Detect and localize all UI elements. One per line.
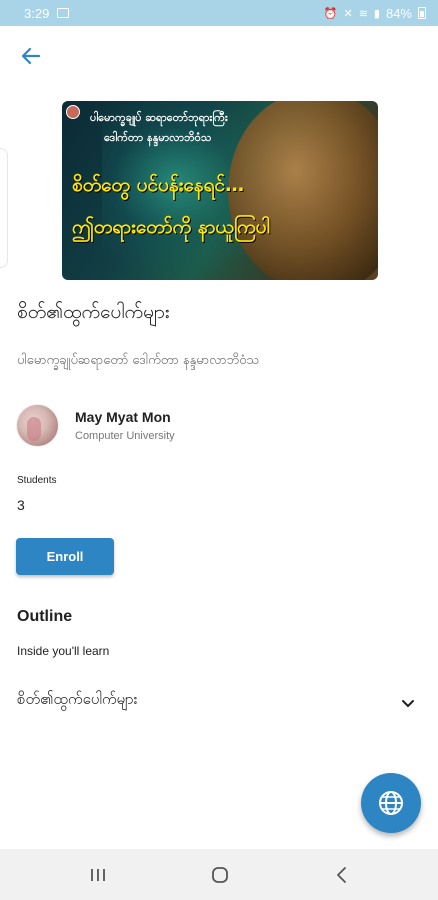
outline-heading: Outline bbox=[17, 608, 73, 625]
students-count: 3 bbox=[17, 497, 25, 513]
status-bar: 3:29 ⏰ ✕ ≋ ▮ 84% bbox=[0, 0, 438, 26]
signal-icon: ▮ bbox=[373, 7, 380, 20]
banner-headline-2: ဤတရားတော်ကို နာယူကြပါ bbox=[72, 216, 270, 238]
status-time: 3:29 bbox=[24, 5, 50, 21]
language-fab-button[interactable] bbox=[361, 773, 421, 833]
instructor-organization: Computer University bbox=[75, 430, 175, 442]
outline-section-row[interactable]: စိတ်၏ထွက်ပေါက်များ bbox=[0, 682, 438, 726]
back-icon bbox=[337, 866, 346, 883]
side-panel-handle[interactable] bbox=[0, 148, 8, 268]
globe-icon bbox=[379, 791, 403, 815]
avatar bbox=[16, 404, 59, 447]
instructor-card[interactable]: May Myat Mon Computer University bbox=[16, 404, 175, 447]
course-subtitle: ပါမောက္ခချုပ်ဆရာတော် ဒေါက်တာ နန္ဒမာလာဘိဝ… bbox=[17, 353, 259, 368]
banner-line-2: ဒေါက်တာ နန္ဒမာလာဘိဝံသ bbox=[104, 131, 212, 144]
recents-button[interactable] bbox=[58, 849, 138, 900]
battery-icon bbox=[418, 7, 426, 19]
instructor-name: May Myat Mon bbox=[75, 409, 171, 425]
enroll-button[interactable]: Enroll bbox=[16, 538, 114, 575]
wifi-icon: ≋ bbox=[358, 7, 368, 20]
instructor-info: May Myat Mon Computer University bbox=[75, 409, 175, 442]
students-label: Students bbox=[17, 475, 57, 486]
home-button[interactable] bbox=[180, 849, 260, 900]
banner-headline-1: စိတ်တွေ ပင်ပန်းနေရင်… bbox=[72, 174, 245, 196]
mute-icon: ✕ bbox=[343, 7, 353, 20]
banner-line-1: ပါမောက္ခချုပ် ဆရာတော်ဘုရားကြီး bbox=[90, 111, 228, 124]
outline-subheading: Inside you'll learn bbox=[17, 644, 110, 658]
home-icon bbox=[212, 866, 228, 883]
battery-percent: 84% bbox=[385, 5, 412, 21]
chevron-down-icon[interactable] bbox=[398, 694, 418, 714]
course-title: စိတ်၏ထွက်ပေါက်များ bbox=[17, 301, 170, 323]
system-back-button[interactable] bbox=[302, 849, 382, 900]
buddha-face-image bbox=[228, 101, 378, 280]
alarm-icon: ⏰ bbox=[323, 7, 338, 20]
back-button[interactable] bbox=[14, 42, 48, 70]
gallery-notification-icon bbox=[57, 8, 70, 18]
system-nav-bar bbox=[0, 849, 438, 900]
status-icons: ⏰ ✕ ≋ ▮ 84% bbox=[324, 6, 426, 21]
recents-icon bbox=[91, 868, 105, 881]
course-banner-image: ပါမောက္ခချုပ် ဆရာတော်ဘုရားကြီး ဒေါက်တာ န… bbox=[62, 101, 378, 280]
banner-logo bbox=[66, 105, 80, 119]
arrow-left-icon bbox=[21, 47, 41, 65]
section-title: စိတ်၏ထွက်ပေါက်များ bbox=[17, 690, 138, 708]
